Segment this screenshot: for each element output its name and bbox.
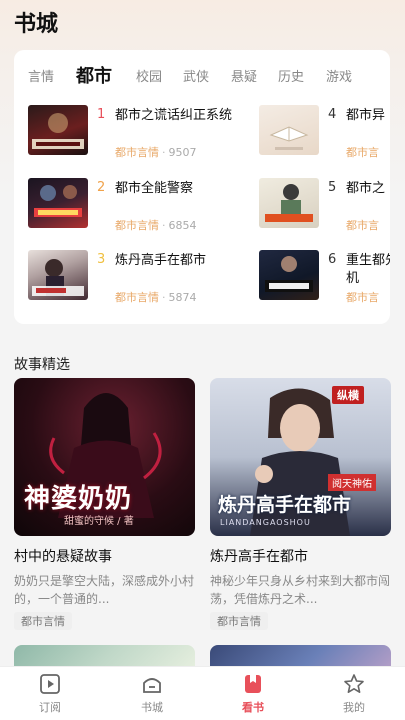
star-icon [344,674,364,693]
book-meta: 都市言 [346,144,379,160]
story-title: 村中的悬疑故事 [14,549,112,565]
tab-lishi[interactable]: 历史 [278,66,304,85]
rank-number: 3 [97,252,106,267]
story-card[interactable]: 纵横 炼丹高手在都市 LIANDANGAOSHOU 阅天神佑 炼丹高手在都市 神… [210,378,391,630]
read-count: 6854 [168,219,197,232]
rank-number: 6 [328,252,337,267]
story-poster: 神婆奶奶 甜蜜的守候 / 著 [14,378,195,536]
story-poster: 纵横 炼丹高手在都市 LIANDANGAOSHOU 阅天神佑 [210,378,391,536]
rank-item[interactable]: 2 都市全能警察 都市言情 · 6854 [28,178,243,238]
rank-item[interactable]: 3 炼丹高手在都市 都市言情 · 5874 [28,250,243,310]
story-tag: 都市言情 [210,612,268,630]
meta-separator: · [162,291,166,304]
genre-tag: 都市言 [346,146,379,159]
tab-youxi[interactable]: 游戏 [326,66,352,85]
tab-mine[interactable]: 我的 [324,673,384,715]
rank-number: 4 [328,107,337,122]
tab-reading[interactable]: 看书 [223,673,283,715]
tab-wuxia[interactable]: 武侠 [183,66,209,85]
rank-item[interactable]: 4 都市异 都市言 [259,105,390,165]
tab-bookstore[interactable]: 书城 [122,673,182,715]
tab-subscribe[interactable]: 订阅 [20,673,80,715]
book-cover [259,250,319,300]
poster-badge: 阅天神佑 [328,474,376,491]
book-title: 都市之 [346,181,386,196]
book-title: 都市异 [346,108,386,123]
book-meta: 都市言情 · 9507 [115,144,197,160]
book-meta: 都市言 [346,217,379,233]
book-title: 炼丹高手在都市 [115,253,207,268]
poster-title: 神婆奶奶 [24,484,133,514]
story-description: 神秘少年只身从乡村来到大都市闯荡，凭借炼丹之术... [210,574,391,606]
rank-number: 2 [97,180,106,195]
genre-tag: 都市言 [346,219,379,232]
book-title: 重生都先机 [346,253,390,286]
story-card[interactable]: 神婆奶奶 甜蜜的守候 / 著 村中的悬疑故事 奶奶只是擎空大陆，深感成外小村的，… [14,378,195,630]
rank-item[interactable]: 6 重生都先机 都市言 [259,250,390,310]
rank-number: 5 [328,180,337,195]
poster-author: 甜蜜的守候 / 著 [64,516,134,527]
book-cover [259,178,319,228]
book-meta: 都市言情 · 5874 [115,289,197,305]
tab-yanqing[interactable]: 言情 [28,66,54,85]
read-count: 5874 [168,291,197,304]
book-cover [259,105,319,155]
story-title: 炼丹高手在都市 [210,549,308,565]
poster-subtitle: LIANDANGAOSHOU [220,518,311,527]
meta-separator: · [162,146,166,159]
book-meta: 都市言情 · 6854 [115,217,197,233]
page-title: 书城 [14,12,59,37]
genre-tag: 都市言情 [115,291,159,304]
book-title: 都市全能警察 [115,181,194,196]
read-count: 9507 [168,146,197,159]
tab-dushi[interactable]: 都市 [76,62,112,88]
book-cover [28,105,88,155]
rank-item[interactable]: 5 都市之 都市言 [259,178,390,238]
book-meta: 都市言 [346,289,379,305]
rank-number: 1 [97,107,106,122]
book-cover [28,178,88,228]
meta-separator: · [162,219,166,232]
genre-tag: 都市言 [346,291,379,304]
book-cover [28,250,88,300]
tab-xiaoyuan[interactable]: 校园 [136,66,162,85]
genre-tag: 都市言情 [115,219,159,232]
poster-title: 炼丹高手在都市 [218,494,352,516]
rank-item[interactable]: 1 都市之谎话纠正系统 都市言情 · 9507 [28,105,243,165]
tab-label: 书城 [141,701,163,714]
book-icon [245,675,261,693]
ranking-card: 言情 都市 校园 武侠 悬疑 历史 游戏 1 都市之谎话纠正系统 都市言情 · 95… [14,50,390,324]
tab-label: 看书 [242,701,264,714]
poster-brand: 纵横 [332,386,364,404]
bookstore-icon [143,678,161,693]
book-title: 都市之谎话纠正系统 [115,108,233,123]
bottom-tab-bar: 订阅 书城 看书 我的 [0,666,405,720]
tab-label: 我的 [343,701,365,714]
tab-label: 订阅 [39,701,61,714]
tab-xuanyi[interactable]: 悬疑 [231,66,257,85]
section-title: 故事精选 [14,357,70,373]
story-description: 奶奶只是擎空大陆，深感成外小村的，一个普通的... [14,574,195,606]
subscribe-icon [40,674,60,694]
genre-tag: 都市言情 [115,146,159,159]
story-tag: 都市言情 [14,612,72,630]
